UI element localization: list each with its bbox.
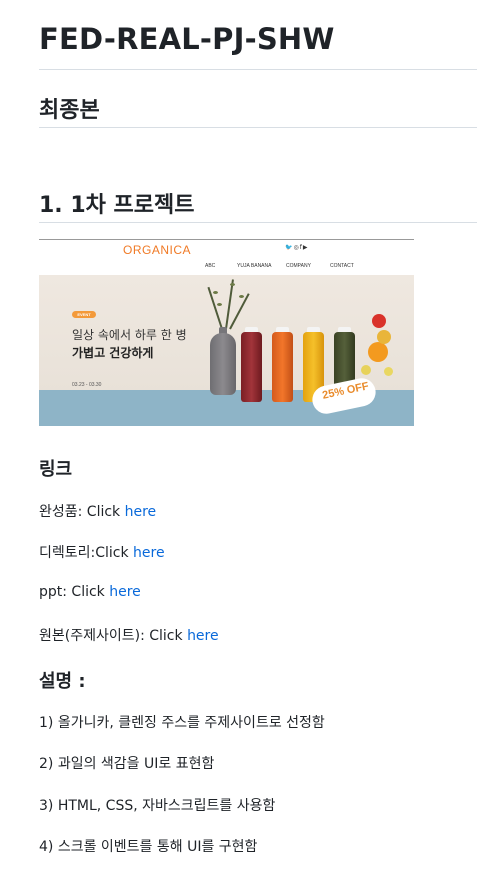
leaf-shape: [239, 295, 244, 298]
section-divider: [39, 222, 477, 223]
banner-dates: 03.23 - 03.30: [72, 382, 102, 388]
banner-headline-2: 가볍고 건강하게: [72, 346, 154, 360]
event-badge: EVENT: [72, 311, 96, 318]
vase-image: [210, 333, 236, 395]
links-heading: 링크: [39, 459, 73, 480]
link-line-final: 완성품: Click here: [39, 504, 157, 520]
link-directory-here[interactable]: here: [133, 545, 165, 561]
leaf-shape: [213, 291, 218, 294]
link-original-here[interactable]: here: [187, 628, 219, 644]
section-heading: 1. 1차 프로젝트: [39, 193, 195, 218]
orange-slice-shape: [368, 342, 388, 362]
leaf-shape: [217, 303, 222, 306]
subtitle-divider: [39, 127, 477, 128]
banner-headline-1: 일상 속에서 하루 한 병: [72, 328, 187, 342]
banner-hero: EVENT 일상 속에서 하루 한 병 가볍고 건강하게 03.23 - 03.…: [39, 275, 414, 426]
page-title: FED-REAL-PJ-SHW: [39, 22, 335, 56]
link-line-ppt: ppt: Click here: [39, 584, 141, 600]
juice-bottle-red: [241, 332, 262, 402]
description-item: 2) 과일의 색감을 UI로 표현함: [39, 756, 215, 772]
leaf-shape: [230, 283, 235, 286]
title-divider: [39, 69, 477, 70]
description-item: 4) 스크롤 이벤트를 통해 UI를 구현함: [39, 839, 258, 855]
project-banner-image: ORGANICA 🐦◎f▶ ABC YUJA BANANA COMPANY CO…: [39, 239, 414, 426]
banner-nav-item: ABC: [205, 263, 216, 269]
banner-header: ORGANICA 🐦◎f▶ ABC YUJA BANANA COMPANY CO…: [39, 239, 414, 276]
link-line-original: 원본(주제사이트): Click here: [39, 628, 219, 644]
flower-shape: [384, 367, 393, 376]
fruit-shape: [377, 330, 391, 344]
description-heading: 설명 :: [39, 671, 86, 692]
juice-bottle-orange: [272, 332, 293, 402]
banner-brand-logo: ORGANICA: [123, 243, 192, 257]
link-final-here[interactable]: here: [125, 504, 157, 520]
banner-nav-item: CONTACT: [330, 263, 354, 269]
link-ppt-here[interactable]: here: [109, 584, 141, 600]
readme-page: FED-REAL-PJ-SHW 최종본 1. 1차 프로젝트 ORGANICA …: [0, 0, 477, 888]
description-item: 3) HTML, CSS, 자바스크립트를 사용함: [39, 798, 276, 814]
banner-nav-item: YUJA BANANA: [237, 263, 272, 269]
social-icons: 🐦◎f▶: [285, 244, 309, 251]
branch-shape: [229, 293, 250, 330]
flower-shape: [361, 365, 371, 375]
subtitle-heading: 최종본: [39, 98, 100, 123]
description-item: 1) 올가니카, 클렌징 주스를 주제사이트로 선정함: [39, 715, 325, 731]
link-line-directory: 디렉토리:Click here: [39, 545, 165, 561]
strawberry-shape: [372, 314, 386, 328]
banner-nav-item: COMPANY: [286, 263, 311, 269]
